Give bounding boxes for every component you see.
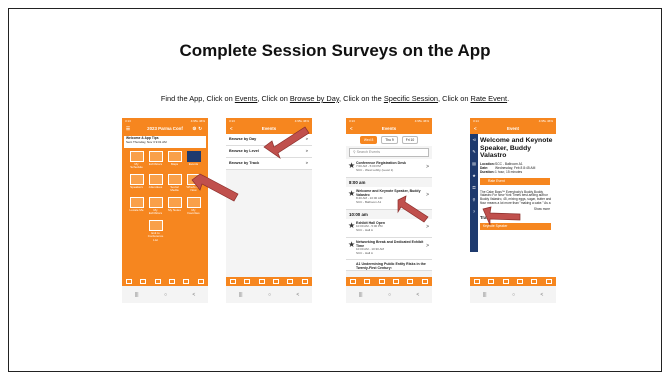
phone-screenshot-event-list: 3:13 4:95L 46% < Events Wed 8 Thu 9 Fri 10… <box>346 118 432 303</box>
app-tile-exit-to-conference-list[interactable]: Exit to Conference List <box>147 220 164 242</box>
app-tile-my-exhibitors[interactable]: My Exhibitors <box>147 197 164 217</box>
tile-icon <box>167 174 182 185</box>
event-description: The Cake Boss™ Everybody's Buddy Buddy V… <box>480 189 552 205</box>
star-icon: ★ <box>472 173 476 178</box>
app-tile-what-s-on-now[interactable]: What's On Now <box>185 174 202 194</box>
time-header: 8:00 am <box>346 178 432 187</box>
star-icon: ★ <box>348 240 356 249</box>
tab-day-3[interactable]: Fri 10 <box>401 136 419 144</box>
system-nav: ||| ○ < <box>470 286 556 303</box>
tile-icon <box>167 151 182 162</box>
star-icon: ★ <box>348 221 356 230</box>
system-nav: ||| ○ < <box>122 286 208 303</box>
list-item[interactable]: ★ Exhibit Hall Open 10:00 AM - 5:00 PM SCC … <box>346 219 432 238</box>
menu-item-browse-by-track[interactable]: Browse by Track > <box>226 158 312 170</box>
system-nav: ||| ○ < <box>346 286 432 303</box>
rate-event-link-text: Rate Event <box>470 94 508 103</box>
back-icon[interactable]: < <box>230 124 233 134</box>
tab-day-1[interactable]: Wed 8 <box>359 136 378 144</box>
app-tile-social-media[interactable]: Social Media <box>166 174 183 194</box>
track-item[interactable]: Keynote Speaker <box>480 222 551 230</box>
tile-icon <box>129 197 144 208</box>
app-tile-locate-me[interactable]: Locate Me <box>128 197 145 217</box>
menu-item-browse-by-level[interactable]: Browse by Level > <box>226 146 312 158</box>
location-icon: ⚲ <box>472 197 476 202</box>
bottom-nav[interactable] <box>346 277 432 286</box>
tile-icon <box>148 220 163 231</box>
search-input[interactable]: ⚲ Search Events <box>349 148 429 157</box>
app-tile-my-schedule[interactable]: My Schedule <box>128 151 145 171</box>
chat-icon: ⚿ <box>472 185 476 190</box>
edit-icon: ✎ <box>472 149 476 154</box>
tile-icon <box>129 174 144 185</box>
settings-icon[interactable]: ⚙↻ <box>192 124 204 134</box>
bottom-nav[interactable] <box>122 277 208 286</box>
bottom-nav[interactable] <box>226 277 312 286</box>
back-icon[interactable]: < <box>474 124 477 134</box>
app-tile-attendees[interactable]: Attendees <box>147 174 164 194</box>
slide: Complete Session Surveys on the App Find… <box>8 8 662 372</box>
menu-icon[interactable]: ☰ <box>126 124 130 134</box>
event-title: Welcome and Keynote Speaker, Buddy Valas… <box>480 137 553 160</box>
tile-icon <box>167 197 182 208</box>
app-title: 2023 Parma Conf <box>147 126 183 131</box>
app-tile-speakers[interactable]: Speakers <box>128 174 145 194</box>
tab-day-2[interactable]: Thu 9 <box>381 136 398 144</box>
tile-icon <box>186 174 201 185</box>
tracks-heading: Tracks <box>480 214 494 220</box>
app-tile-exhibitors[interactable]: Exhibitors <box>147 151 164 171</box>
star-icon: ★ <box>348 161 356 170</box>
notes-icon: ▤ <box>472 161 476 166</box>
app-tile-my-favorites[interactable]: My Favorites <box>185 197 202 217</box>
rate-event-button[interactable]: Rate Event <box>480 177 550 185</box>
help-icon: ? <box>472 209 476 214</box>
phone-screenshot-events-menu: 3:13 4:95L 46% < Events Browse by Day > Bro… <box>226 118 312 303</box>
bottom-nav[interactable] <box>470 277 556 286</box>
welcome-message[interactable]: Welcome & App Tips Sent Thursday, Nov 3 9… <box>124 136 206 148</box>
time-header: 10:00 am <box>346 210 432 219</box>
show-more-link[interactable]: Show more <box>480 207 550 211</box>
instruction-text: Find the App, Click on Events, Click on … <box>160 94 510 103</box>
tile-icon <box>186 197 201 208</box>
tile-icon <box>129 151 144 162</box>
phone-screenshot-home: 3:13 4:95L 46% ☰ 2023 Parma Conf ⚙↻ Welcome… <box>122 118 208 303</box>
system-nav: ||| ○ < <box>226 286 312 303</box>
tile-icon <box>148 197 163 208</box>
menu-item-browse-by-day[interactable]: Browse by Day > <box>226 134 312 146</box>
tile-icon <box>148 151 163 162</box>
tile-icon <box>186 151 201 162</box>
app-tile-maps[interactable]: Maps <box>166 151 183 171</box>
specific-session-link-text: Specific Session <box>383 94 439 103</box>
star-icon: ★ <box>348 189 356 198</box>
app-tile-my-notes[interactable]: My Notes <box>166 197 183 217</box>
browse-by-day-link-text: Browse by Day <box>289 94 340 103</box>
list-item[interactable]: ★ Networking Break and Dedicated Exhibit … <box>346 238 432 260</box>
list-item[interactable]: ★ Conference Registration Desk 7:00 AM - 5… <box>346 159 432 178</box>
list-item[interactable]: A1 Undermining Public Entity Risks in th… <box>346 260 432 271</box>
phone-screenshot-event-detail: 3:14 4:95L 46% < Event ⊲ ✎ ▤ ★ ⚿ ⚲? Welcome and… <box>470 118 556 303</box>
share-icon: ⊲ <box>472 137 476 142</box>
app-tile-events[interactable]: Events <box>185 151 202 171</box>
tile-icon <box>148 174 163 185</box>
action-sidebar[interactable]: ⊲ ✎ ▤ ★ ⚿ ⚲? <box>470 134 478 252</box>
slide-title: Complete Session Surveys on the App <box>179 41 491 60</box>
list-item-keynote[interactable]: ★ Welcome and Keynote Speaker, Buddy Vala… <box>346 187 432 210</box>
back-icon[interactable]: < <box>350 124 353 134</box>
events-link-text: Events <box>234 94 258 103</box>
